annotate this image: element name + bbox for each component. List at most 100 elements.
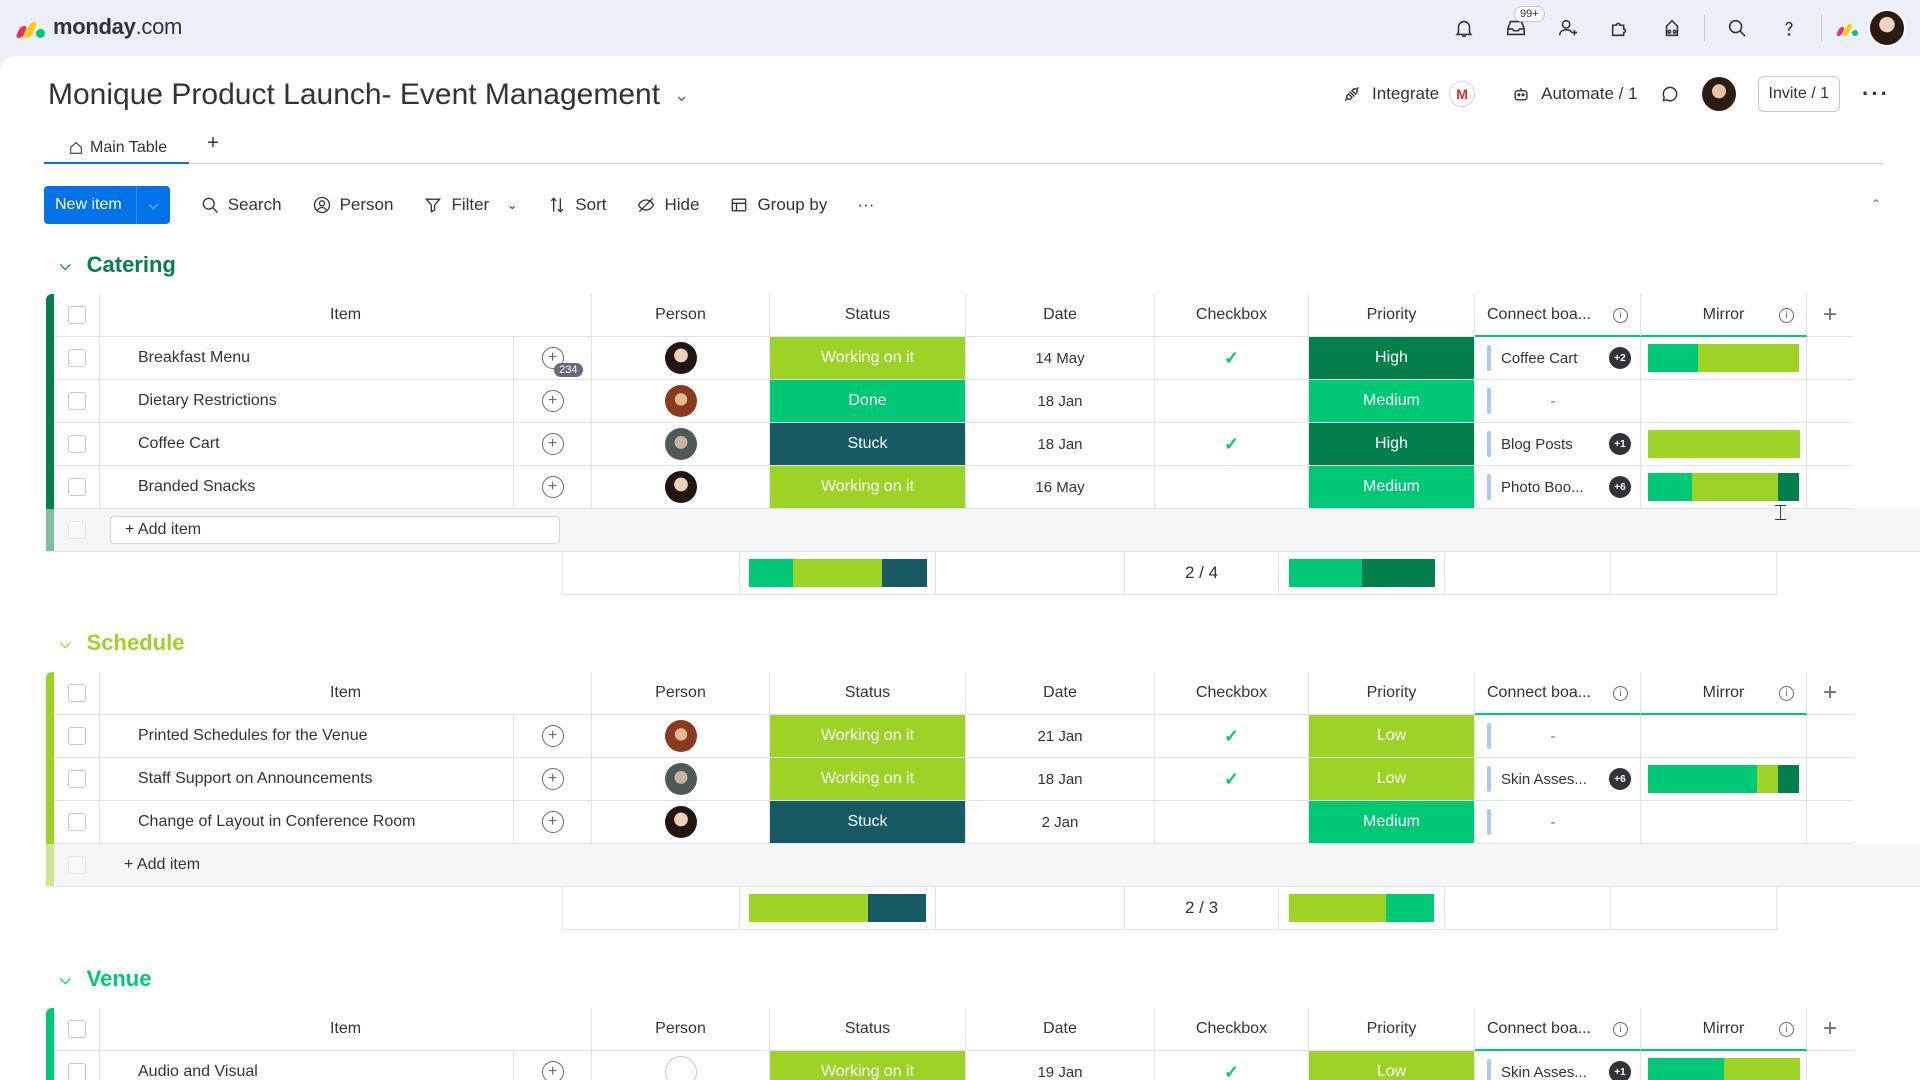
connect-cell[interactable]: Coffee Cart +2 — [1475, 337, 1641, 380]
add-column-button[interactable]: + — [1807, 294, 1853, 337]
group-title[interactable]: ⌵ Schedule — [60, 630, 184, 656]
checkbox-cell[interactable]: ✓ — [1155, 1051, 1309, 1080]
column-header-mirror[interactable]: Mirror i — [1641, 1008, 1807, 1051]
select-all-checkbox[interactable] — [54, 294, 100, 337]
person-avatar[interactable] — [664, 471, 697, 503]
chevron-down-icon[interactable]: ⌄ — [507, 198, 517, 212]
status-cell[interactable]: Working on it — [770, 715, 966, 758]
person-avatar[interactable] — [664, 1056, 697, 1080]
column-header-checkbox[interactable]: Checkbox — [1155, 672, 1309, 715]
person-cell[interactable] — [592, 466, 770, 509]
checkbox-cell[interactable]: ✓ — [1155, 337, 1309, 380]
automate-button[interactable]: Automate / 1 — [1511, 84, 1638, 104]
column-header-person[interactable]: Person — [592, 294, 770, 337]
connect-cell[interactable]: - — [1475, 380, 1641, 423]
column-header-checkbox[interactable]: Checkbox — [1155, 1008, 1309, 1051]
person-avatar[interactable] — [664, 720, 697, 752]
more-actions-button[interactable]: ··· — [857, 195, 874, 215]
updates-cell[interactable]: + — [514, 758, 592, 801]
table-row[interactable]: Branded Snacks + Working on it 16 May Medium… — [46, 466, 1853, 509]
board-owner-avatar[interactable] — [1701, 77, 1736, 111]
column-header-item[interactable]: Item — [100, 672, 592, 715]
table-row[interactable]: Dietary Restrictions + Done 18 Jan Medium - — [46, 380, 1853, 423]
column-header-person[interactable]: Person — [592, 672, 770, 715]
more-options-icon[interactable]: ··· — [1862, 81, 1890, 107]
help-icon[interactable] — [1763, 8, 1815, 48]
status-cell[interactable]: Stuck — [770, 801, 966, 844]
info-icon[interactable]: i — [1613, 1022, 1628, 1037]
filter-button[interactable]: Filter ⌄ — [423, 195, 517, 215]
new-item-button[interactable]: New item ⌵ — [44, 186, 170, 224]
search-icon[interactable] — [1711, 8, 1763, 48]
connected-item[interactable]: Photo Boo... — [1501, 479, 1605, 496]
item-name[interactable]: Change of Layout in Conference Room — [100, 801, 514, 844]
column-header-checkbox[interactable]: Checkbox — [1155, 294, 1309, 337]
date-cell[interactable]: 18 Jan — [966, 423, 1155, 466]
info-icon[interactable]: i — [1779, 308, 1794, 323]
updates-cell[interactable]: + — [514, 715, 592, 758]
add-update-icon[interactable]: +234 — [541, 347, 583, 377]
status-summary-bar[interactable] — [748, 559, 927, 587]
priority-cell[interactable]: Low — [1309, 758, 1475, 801]
add-update-icon[interactable]: + — [541, 390, 564, 412]
status-cell[interactable]: Working on it — [770, 1051, 966, 1080]
column-header-mirror[interactable]: Mirror i — [1641, 672, 1807, 715]
updates-cell[interactable]: + — [514, 423, 592, 466]
column-header-date[interactable]: Date — [966, 294, 1155, 337]
person-avatar[interactable] — [664, 763, 697, 795]
add-update-icon[interactable]: + — [541, 725, 564, 747]
person-cell[interactable] — [592, 380, 770, 423]
person-cell[interactable] — [592, 423, 770, 466]
status-summary-bar[interactable] — [748, 894, 927, 922]
checkbox-cell[interactable] — [1155, 380, 1309, 423]
add-column-button[interactable]: + — [1807, 672, 1853, 715]
connected-count-badge[interactable]: +2 — [1609, 347, 1631, 369]
column-header-date[interactable]: Date — [966, 672, 1155, 715]
column-header-mirror[interactable]: Mirror i — [1641, 294, 1807, 337]
add-update-icon[interactable]: + — [541, 476, 564, 498]
person-avatar[interactable] — [664, 385, 697, 417]
integrate-button[interactable]: Integrate M — [1342, 81, 1476, 107]
select-all-checkbox[interactable] — [54, 672, 100, 715]
notifications-bell-icon[interactable] — [1438, 8, 1490, 48]
column-header-item[interactable]: Item — [100, 1008, 592, 1051]
person-avatar[interactable] — [664, 428, 697, 460]
board-title[interactable]: Monique Product Launch- Event Management… — [48, 78, 689, 112]
chevron-down-icon[interactable]: ⌵ — [60, 635, 71, 652]
updates-cell[interactable]: + — [514, 801, 592, 844]
board-chat-icon[interactable] — [1660, 84, 1680, 104]
invite-button[interactable]: Invite / 1 — [1757, 76, 1841, 112]
connected-count-badge[interactable]: +6 — [1609, 476, 1631, 498]
connected-count-badge[interactable]: +1 — [1609, 433, 1631, 455]
connect-cell[interactable]: Skin Asses... +6 — [1475, 758, 1641, 801]
person-avatar[interactable] — [664, 342, 697, 374]
row-checkbox[interactable] — [54, 380, 100, 423]
chevron-down-icon[interactable]: ⌵ — [135, 186, 170, 224]
connected-item[interactable]: Blog Posts — [1501, 436, 1605, 453]
priority-cell[interactable]: Low — [1309, 1051, 1475, 1080]
info-icon[interactable]: i — [1613, 308, 1628, 323]
connected-item[interactable]: Skin Asses... — [1501, 771, 1605, 788]
row-checkbox[interactable] — [54, 1051, 100, 1080]
table-row[interactable]: Audio and Visual + Working on it 19 Jan ✓ Low… — [46, 1051, 1853, 1080]
priority-cell[interactable]: High — [1309, 423, 1475, 466]
monday-logo[interactable]: monday.com — [15, 14, 182, 40]
row-checkbox[interactable] — [54, 466, 100, 509]
add-update-icon[interactable]: + — [541, 433, 564, 455]
add-item-input[interactable]: + Add item — [110, 516, 560, 544]
date-cell[interactable]: 19 Jan — [966, 1051, 1155, 1080]
column-header-date[interactable]: Date — [966, 1008, 1155, 1051]
updates-cell[interactable]: +234 — [514, 337, 592, 380]
column-header-priority[interactable]: Priority — [1309, 672, 1475, 715]
date-cell[interactable]: 16 May — [966, 466, 1155, 509]
inbox-icon[interactable]: 99+ — [1490, 6, 1545, 48]
priority-cell[interactable]: Medium — [1309, 801, 1475, 844]
item-name[interactable]: Printed Schedules for the Venue — [100, 715, 514, 758]
date-cell[interactable]: 18 Jan — [966, 758, 1155, 801]
connected-count-badge[interactable]: +6 — [1609, 768, 1631, 790]
add-update-icon[interactable]: + — [541, 768, 564, 790]
updates-cell[interactable]: + — [514, 1051, 592, 1080]
date-cell[interactable]: 14 May — [966, 337, 1155, 380]
column-header-status[interactable]: Status — [770, 294, 966, 337]
column-header-connect[interactable]: Connect boa... i — [1475, 294, 1641, 337]
